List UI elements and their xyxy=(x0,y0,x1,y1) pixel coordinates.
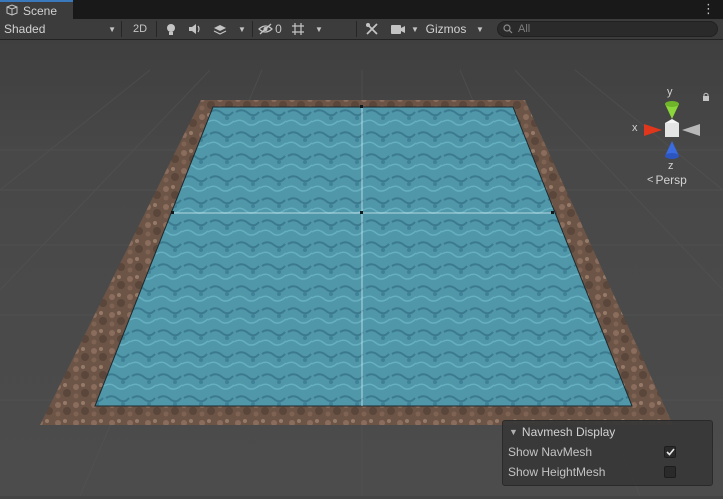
scene-camera-button[interactable] xyxy=(387,19,409,39)
checkmark-icon xyxy=(665,448,675,456)
toggle-2d-label: 2D xyxy=(132,23,148,35)
grid-toggle-button[interactable] xyxy=(287,19,309,39)
hidden-objects-count: 0 xyxy=(275,22,282,36)
lightbulb-icon xyxy=(167,23,175,35)
effects-layers-icon xyxy=(213,24,227,35)
chevron-down-icon: ▼ xyxy=(411,24,419,34)
toggle-2d-button[interactable]: 2D xyxy=(127,19,153,39)
navmesh-display-overlay: ▼ Navmesh Display Show NavMesh Show Heig… xyxy=(502,420,713,486)
axis-z-label: z xyxy=(668,160,674,172)
projection-label: Persp xyxy=(655,173,687,187)
chevron-down-icon: ▼ xyxy=(238,24,246,34)
chevron-down-icon: ▼ xyxy=(476,24,484,34)
scene-effects-button[interactable] xyxy=(208,19,232,39)
show-navmesh-label: Show NavMesh xyxy=(508,445,593,459)
axis-x-label: x xyxy=(632,122,638,134)
more-options-icon[interactable]: ⋮ xyxy=(702,2,715,16)
show-heightmesh-checkbox[interactable] xyxy=(664,466,676,478)
scene-toolbar: Shaded ▼ 2D ▼ 0 ▼ ▼ Gizmos ▼ All xyxy=(0,19,723,40)
gizmos-button[interactable]: Gizmos xyxy=(422,19,470,39)
navmesh-display-title: Navmesh Display xyxy=(521,425,616,439)
scene-viewport[interactable]: y x z < Persp ▼ Navmesh Display Show Nav… xyxy=(0,40,723,497)
hidden-objects-toggle[interactable]: 0 xyxy=(256,19,284,39)
window-tab-bar: Scene ⋮ xyxy=(0,0,723,20)
eye-slash-icon xyxy=(258,23,274,35)
search-icon xyxy=(503,24,513,34)
search-placeholder: All xyxy=(518,23,531,35)
gizmos-label: Gizmos xyxy=(425,22,467,36)
scene-tools-button[interactable] xyxy=(360,19,384,39)
scene-tab[interactable]: Scene xyxy=(0,0,73,20)
scene-audio-button[interactable] xyxy=(184,19,206,39)
show-heightmesh-row: Show HeightMesh xyxy=(508,465,708,479)
gizmos-dropdown-button[interactable]: ▼ xyxy=(472,19,488,39)
chevron-down-icon: ▼ xyxy=(315,24,323,34)
effects-dropdown-button[interactable]: ▼ xyxy=(234,19,250,39)
projection-toggle[interactable]: < Persp xyxy=(647,173,687,187)
camera-icon xyxy=(391,24,405,34)
grid-icon xyxy=(292,23,304,35)
scene-tab-label: Scene xyxy=(23,4,58,18)
show-heightmesh-label: Show HeightMesh xyxy=(508,465,606,479)
shading-mode-dropdown[interactable]: Shaded ▼ xyxy=(0,19,120,39)
scene-lighting-button[interactable] xyxy=(160,19,182,39)
search-input[interactable]: All xyxy=(497,21,718,37)
lock-icon[interactable] xyxy=(701,92,711,102)
scene-grid-icon xyxy=(6,3,18,19)
grid-dropdown-button[interactable]: ▼ xyxy=(311,19,327,39)
shading-mode-label: Shaded xyxy=(4,22,46,36)
show-navmesh-row: Show NavMesh xyxy=(508,445,708,459)
chevron-down-icon: ▼ xyxy=(108,24,116,34)
collapse-triangle-icon: ▼ xyxy=(509,427,518,437)
axis-y-label: y xyxy=(667,86,673,98)
navmesh-display-header[interactable]: ▼ Navmesh Display xyxy=(509,425,615,439)
tools-icon xyxy=(366,23,378,35)
speaker-icon xyxy=(189,24,200,34)
camera-dropdown-button[interactable]: ▼ xyxy=(408,19,422,39)
chevron-left-icon: < xyxy=(647,174,654,186)
show-navmesh-checkbox[interactable] xyxy=(664,446,676,458)
